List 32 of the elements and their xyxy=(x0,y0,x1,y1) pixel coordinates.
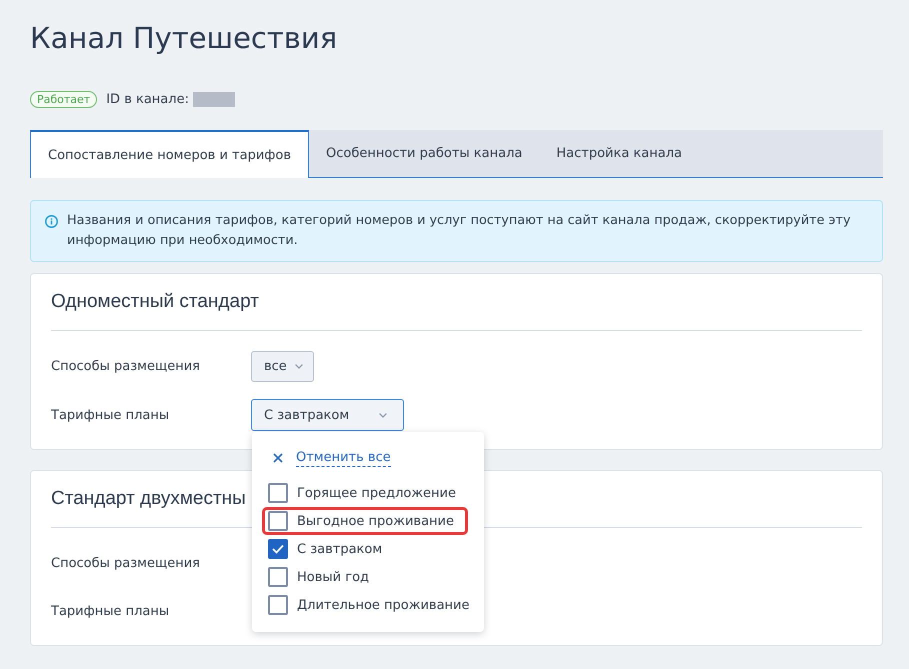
info-icon xyxy=(45,215,58,228)
close-icon[interactable] xyxy=(273,453,283,463)
chevron-down-icon xyxy=(294,364,303,369)
checkbox[interactable] xyxy=(268,567,288,587)
tab[interactable]: Настройка канала xyxy=(539,130,699,177)
chevron-down-icon xyxy=(379,412,387,418)
field-label: Тарифные планы xyxy=(51,604,170,619)
page-title: Канал Путешествия xyxy=(30,20,338,57)
field-label: Способы размещения xyxy=(51,556,201,571)
card-title: Одноместный стандарт xyxy=(51,290,259,314)
menu-option[interactable]: С завтраком xyxy=(262,535,468,563)
checkbox[interactable] xyxy=(268,539,288,559)
notice-text: Названия и описания тарифов, категорий номеров и услуг поступают на сайт канала продаж, скорректируйте эту информацию при необходимости. xyxy=(67,212,852,250)
tab[interactable]: Особенности работы канала xyxy=(309,130,540,177)
tab[interactable]: Сопоставление номеров и тарифов xyxy=(30,130,310,178)
id-label: ID в канале: xyxy=(106,92,189,106)
dropdown-select[interactable]: С завтраком xyxy=(251,399,404,431)
checkbox[interactable] xyxy=(268,511,288,531)
field-label: Способы размещения xyxy=(51,359,201,374)
menu-option[interactable]: Горящее предложение xyxy=(262,479,468,507)
card-title: Стандарт двухместны xyxy=(51,487,246,511)
clear-all-link[interactable]: Отменить все xyxy=(296,449,391,467)
status-badge: Работает xyxy=(30,90,98,108)
check-icon xyxy=(272,544,284,554)
checkbox[interactable] xyxy=(268,483,288,503)
menu-option[interactable]: Длительное проживание xyxy=(262,591,476,619)
dropdown-select[interactable]: все xyxy=(251,351,314,382)
menu-option[interactable]: Выгодное проживание xyxy=(262,507,468,535)
checkbox[interactable] xyxy=(268,595,288,615)
field-label: Тарифные планы xyxy=(51,408,170,422)
redacted-value xyxy=(192,92,235,106)
menu-option[interactable]: Новый год xyxy=(262,563,468,591)
